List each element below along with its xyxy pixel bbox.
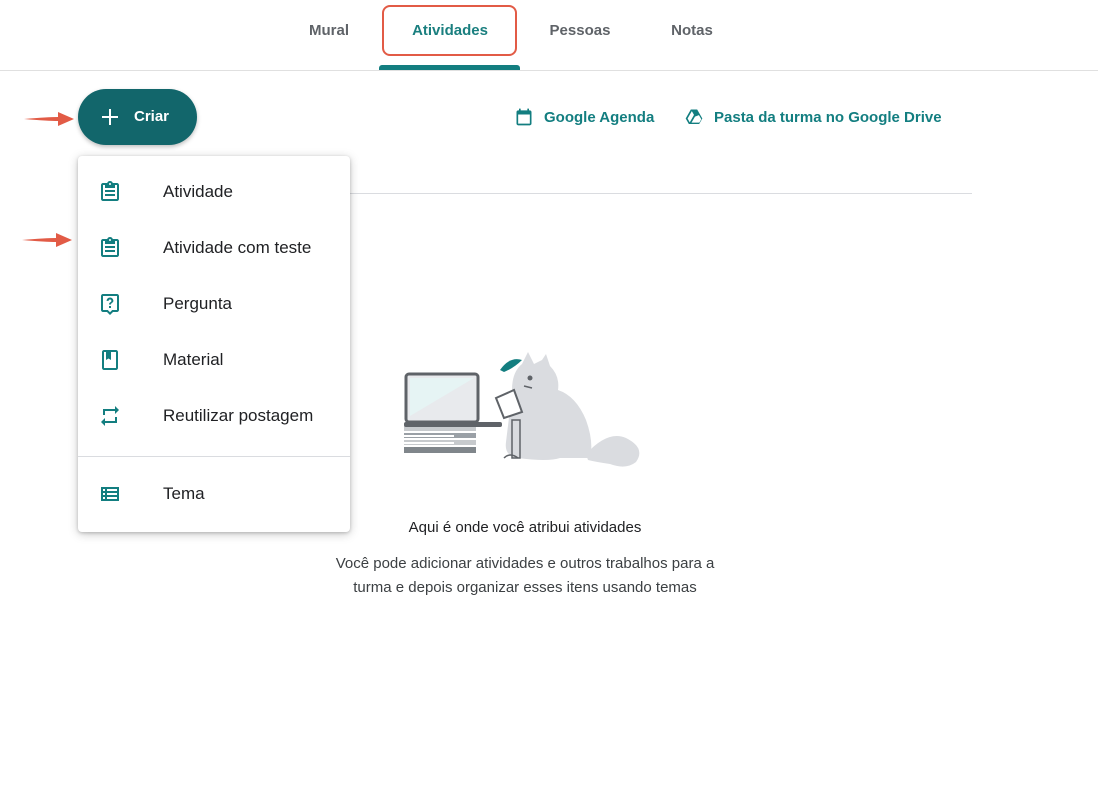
menu-item-label: Pergunta <box>163 294 232 313</box>
google-calendar-label: Google Agenda <box>544 108 655 126</box>
create-button-label: Criar <box>134 108 170 125</box>
menu-item-atividade-com-teste[interactable]: Atividade com teste <box>78 222 350 274</box>
menu-divider <box>78 456 350 457</box>
empty-state-description: Você pode adicionar atividades e outros … <box>335 555 715 596</box>
drive-folder-link[interactable]: Pasta da turma no Google Drive <box>684 105 942 129</box>
menu-item-label: Atividade com teste <box>163 238 312 257</box>
google-calendar-link[interactable]: Google Agenda <box>514 105 654 129</box>
top-tab-bar: Mural Atividades Pessoas Notas <box>0 0 1098 71</box>
section-divider <box>350 193 972 194</box>
menu-item-tema[interactable]: Tema <box>78 468 350 520</box>
drive-folder-label: Pasta da turma no Google Drive <box>714 108 942 126</box>
menu-item-label: Atividade <box>163 182 233 201</box>
material-icon <box>102 350 118 370</box>
active-tab-indicator <box>379 65 520 70</box>
menu-item-label: Material <box>163 350 224 369</box>
quiz-assignment-icon <box>101 237 119 257</box>
menu-item-atividade[interactable]: Atividade <box>78 166 350 218</box>
empty-state-illustration <box>404 352 640 467</box>
assignment-icon <box>101 181 119 201</box>
create-button[interactable]: Criar <box>78 89 197 145</box>
question-icon <box>101 294 119 315</box>
menu-item-label: Tema <box>163 484 205 503</box>
topic-icon <box>101 487 119 501</box>
red-arrow-annotation <box>22 233 72 247</box>
plus-icon <box>102 109 118 125</box>
menu-item-pergunta[interactable]: Pergunta <box>78 278 350 330</box>
drive-icon <box>685 109 703 124</box>
tab-mural[interactable]: Mural <box>300 0 358 70</box>
empty-state-title: Aqui é onde você atribui atividades <box>408 519 642 536</box>
reuse-icon <box>101 406 119 426</box>
menu-item-label: Reutilizar postagem <box>163 406 314 425</box>
create-menu: Atividade Atividade com teste Pergunta M… <box>78 156 350 532</box>
menu-item-reutilizar-postagem[interactable]: Reutilizar postagem <box>78 390 350 442</box>
tab-atividades[interactable]: Atividades <box>380 0 520 70</box>
red-arrow-annotation <box>24 112 74 126</box>
calendar-icon <box>516 108 532 126</box>
tab-pessoas[interactable]: Pessoas <box>540 0 620 70</box>
tab-notas[interactable]: Notas <box>660 0 724 70</box>
menu-item-material[interactable]: Material <box>78 334 350 386</box>
